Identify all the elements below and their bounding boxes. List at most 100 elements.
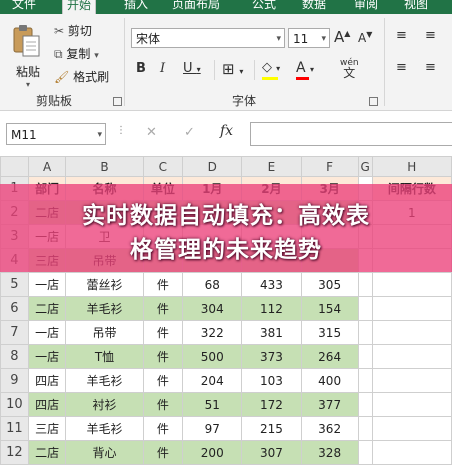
font-size-select[interactable]: 11 ▾ [288, 28, 330, 48]
data-cell[interactable]: 件 [142, 272, 184, 297]
column-header[interactable]: B [65, 156, 144, 177]
clipboard-launcher-icon[interactable] [113, 97, 122, 106]
data-cell[interactable]: 二店 [27, 440, 67, 465]
data-cell[interactable]: 400 [300, 368, 359, 393]
phonetic-button[interactable]: wén 文 [340, 58, 359, 79]
select-all-corner[interactable] [0, 156, 29, 177]
data-cell[interactable] [371, 272, 452, 297]
data-cell[interactable]: 381 [241, 320, 302, 345]
data-cell[interactable]: 一店 [27, 344, 67, 369]
data-cell[interactable] [357, 272, 373, 297]
cut-button[interactable]: ✂ 剪切 [54, 22, 92, 39]
data-cell[interactable]: 蕾丝衫 [65, 272, 144, 297]
fx-icon[interactable]: fx [220, 123, 233, 139]
data-cell[interactable]: 四店 [27, 392, 67, 417]
data-cell[interactable] [371, 344, 452, 369]
row-header[interactable]: 10 [0, 392, 29, 417]
data-cell[interactable]: 51 [182, 392, 243, 417]
data-cell[interactable]: 羊毛衫 [65, 296, 144, 321]
data-cell[interactable] [357, 392, 373, 417]
formula-input[interactable] [250, 122, 452, 146]
tab-home[interactable]: 开始 [62, 0, 97, 15]
copy-button[interactable]: ⧉ 复制 ▾ [54, 45, 99, 62]
column-header[interactable]: E [241, 156, 302, 177]
font-launcher-icon[interactable] [369, 97, 378, 106]
data-cell[interactable] [357, 440, 373, 465]
data-cell[interactable]: 件 [142, 440, 184, 465]
data-cell[interactable]: 件 [142, 368, 184, 393]
data-cell[interactable]: 97 [182, 416, 243, 441]
data-cell[interactable]: 件 [142, 392, 184, 417]
data-cell[interactable] [357, 344, 373, 369]
tab-data[interactable]: 数据 [302, 0, 326, 14]
data-cell[interactable]: 200 [182, 440, 243, 465]
data-cell[interactable] [371, 320, 452, 345]
data-cell[interactable]: 背心 [65, 440, 144, 465]
bold-button[interactable]: B [136, 61, 146, 76]
tab-insert[interactable]: 插入 [124, 0, 148, 14]
data-cell[interactable]: 68 [182, 272, 243, 297]
data-cell[interactable]: 264 [300, 344, 359, 369]
font-color-button[interactable]: A ▾ [296, 60, 314, 80]
enter-icon[interactable]: ✓ [184, 125, 195, 140]
data-cell[interactable]: 四店 [27, 368, 67, 393]
data-cell[interactable]: 羊毛衫 [65, 368, 144, 393]
data-cell[interactable]: 204 [182, 368, 243, 393]
borders-button[interactable]: ⊞ ▾ [222, 60, 243, 78]
data-cell[interactable] [371, 392, 452, 417]
data-cell[interactable]: 件 [142, 416, 184, 441]
increase-font-button[interactable]: A▲ [334, 28, 350, 46]
data-cell[interactable]: 315 [300, 320, 359, 345]
decrease-font-button[interactable]: A▼ [358, 30, 372, 45]
data-cell[interactable]: 322 [182, 320, 243, 345]
wrap-button[interactable]: ≡ [425, 28, 436, 43]
data-cell[interactable]: T恤 [65, 344, 144, 369]
row-header[interactable]: 12 [0, 440, 29, 465]
data-cell[interactable] [357, 416, 373, 441]
row-header[interactable]: 11 [0, 416, 29, 441]
tab-review[interactable]: 审阅 [354, 0, 378, 14]
underline-button[interactable]: U ▾ [183, 61, 201, 76]
column-header[interactable]: C [142, 156, 184, 177]
data-cell[interactable] [357, 320, 373, 345]
fill-color-button[interactable]: ◇ ▾ [262, 60, 280, 80]
data-cell[interactable]: 一店 [27, 320, 67, 345]
data-cell[interactable] [371, 440, 452, 465]
format-painter-button[interactable]: 🖌 格式刷 [54, 68, 109, 85]
column-header[interactable]: F [300, 156, 359, 177]
data-cell[interactable]: 328 [300, 440, 359, 465]
data-cell[interactable]: 500 [182, 344, 243, 369]
data-cell[interactable]: 362 [300, 416, 359, 441]
data-cell[interactable]: 377 [300, 392, 359, 417]
align-left-button[interactable]: ≡ [396, 60, 407, 75]
data-cell[interactable]: 307 [241, 440, 302, 465]
align-top-button[interactable]: ≡ [396, 28, 407, 43]
name-box[interactable]: M11 ▾ [6, 123, 106, 145]
data-cell[interactable]: 154 [300, 296, 359, 321]
data-cell[interactable] [371, 368, 452, 393]
tab-view[interactable]: 视图 [404, 0, 428, 14]
data-cell[interactable]: 吊带 [65, 320, 144, 345]
paste-button[interactable]: 粘贴 ▾ [10, 24, 46, 90]
data-cell[interactable]: 103 [241, 368, 302, 393]
data-cell[interactable]: 羊毛衫 [65, 416, 144, 441]
data-cell[interactable]: 一店 [27, 272, 67, 297]
column-header[interactable]: H [371, 156, 452, 177]
data-cell[interactable]: 215 [241, 416, 302, 441]
tab-formulas[interactable]: 公式 [252, 0, 276, 14]
data-cell[interactable]: 172 [241, 392, 302, 417]
row-header[interactable]: 9 [0, 368, 29, 393]
data-cell[interactable]: 373 [241, 344, 302, 369]
data-cell[interactable]: 304 [182, 296, 243, 321]
data-cell[interactable] [357, 296, 373, 321]
data-cell[interactable]: 二店 [27, 296, 67, 321]
data-cell[interactable]: 衬衫 [65, 392, 144, 417]
row-header[interactable]: 6 [0, 296, 29, 321]
column-header[interactable]: D [182, 156, 243, 177]
tab-page-layout[interactable]: 页面布局 [172, 0, 220, 14]
data-cell[interactable]: 三店 [27, 416, 67, 441]
italic-button[interactable]: I [160, 61, 165, 76]
row-header[interactable]: 5 [0, 272, 29, 297]
row-header[interactable]: 8 [0, 344, 29, 369]
data-cell[interactable]: 433 [241, 272, 302, 297]
